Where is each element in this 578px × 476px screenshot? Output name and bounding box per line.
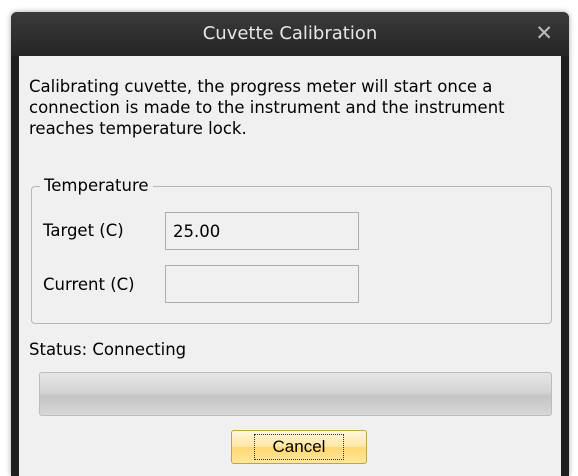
calibration-progress-bar — [39, 372, 552, 416]
current-temp-field[interactable] — [165, 265, 359, 303]
calibration-message: Calibrating cuvette, the progress meter … — [29, 77, 505, 138]
close-icon[interactable]: ✕ — [535, 21, 553, 45]
dialog-title: Cuvette Calibration — [202, 23, 378, 44]
title-bar[interactable]: Cuvette Calibration ✕ — [11, 12, 569, 56]
target-temp-field[interactable] — [165, 212, 359, 250]
calibration-dialog: Cuvette Calibration ✕ Calibrating cuvett… — [11, 12, 569, 476]
temperature-group: Temperature Target (C) Current (C) — [31, 176, 552, 324]
status-text: Status: Connecting — [29, 340, 187, 359]
target-temp-label: Target (C) — [43, 221, 124, 240]
current-temp-label: Current (C) — [43, 275, 135, 294]
cancel-button[interactable]: Cancel — [231, 430, 367, 464]
cancel-button-label: Cancel — [253, 434, 345, 460]
dialog-body: Calibrating cuvette, the progress meter … — [19, 56, 561, 476]
temperature-group-label: Temperature — [40, 176, 153, 195]
